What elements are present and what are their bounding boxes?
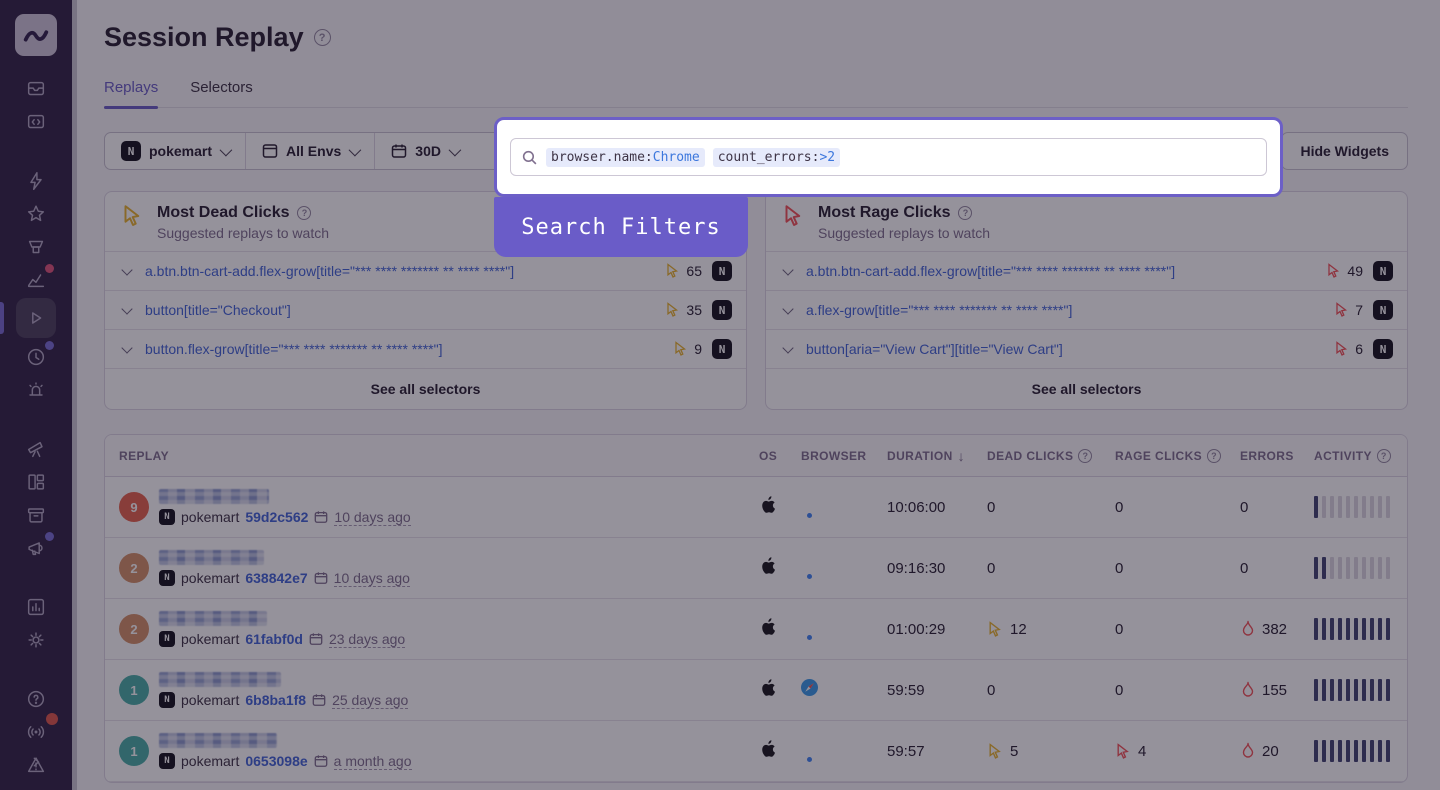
search-filter-spotlight: browser.name:Chrome count_errors:>2 (494, 117, 1283, 197)
search-input[interactable]: browser.name:Chrome count_errors:>2 (510, 138, 1267, 176)
search-icon (521, 149, 538, 166)
search-token[interactable]: count_errors:>2 (713, 148, 840, 167)
search-token[interactable]: browser.name:Chrome (546, 148, 705, 167)
tour-tooltip: Search Filters (494, 197, 748, 257)
